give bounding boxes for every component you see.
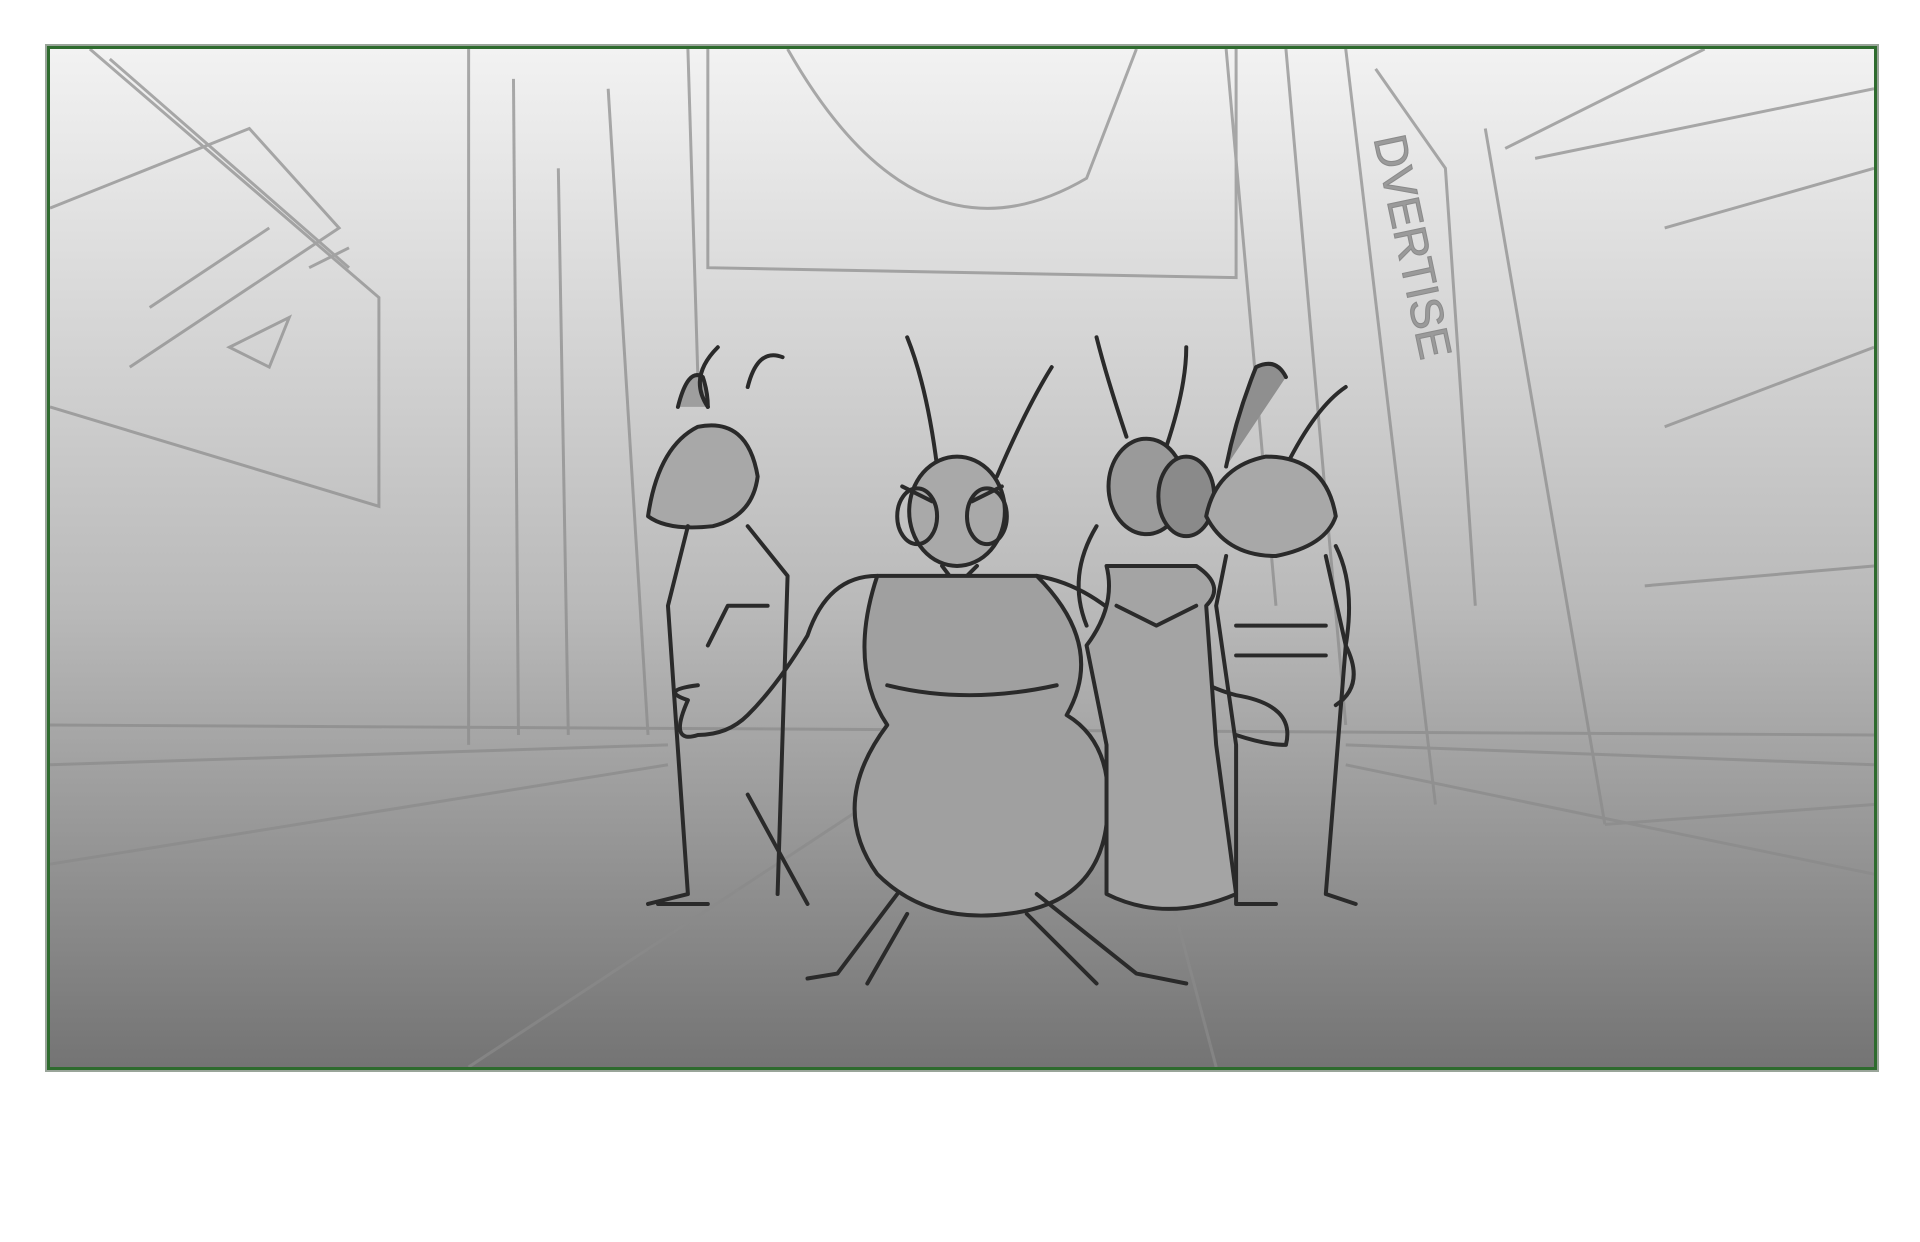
storyboard-panel: DVERTISE bbox=[47, 46, 1877, 1070]
panel-drawing: DVERTISE bbox=[50, 49, 1874, 1067]
panel-caption bbox=[47, 1090, 1877, 1220]
storyboard-page: DVERTISE bbox=[0, 0, 1920, 1242]
